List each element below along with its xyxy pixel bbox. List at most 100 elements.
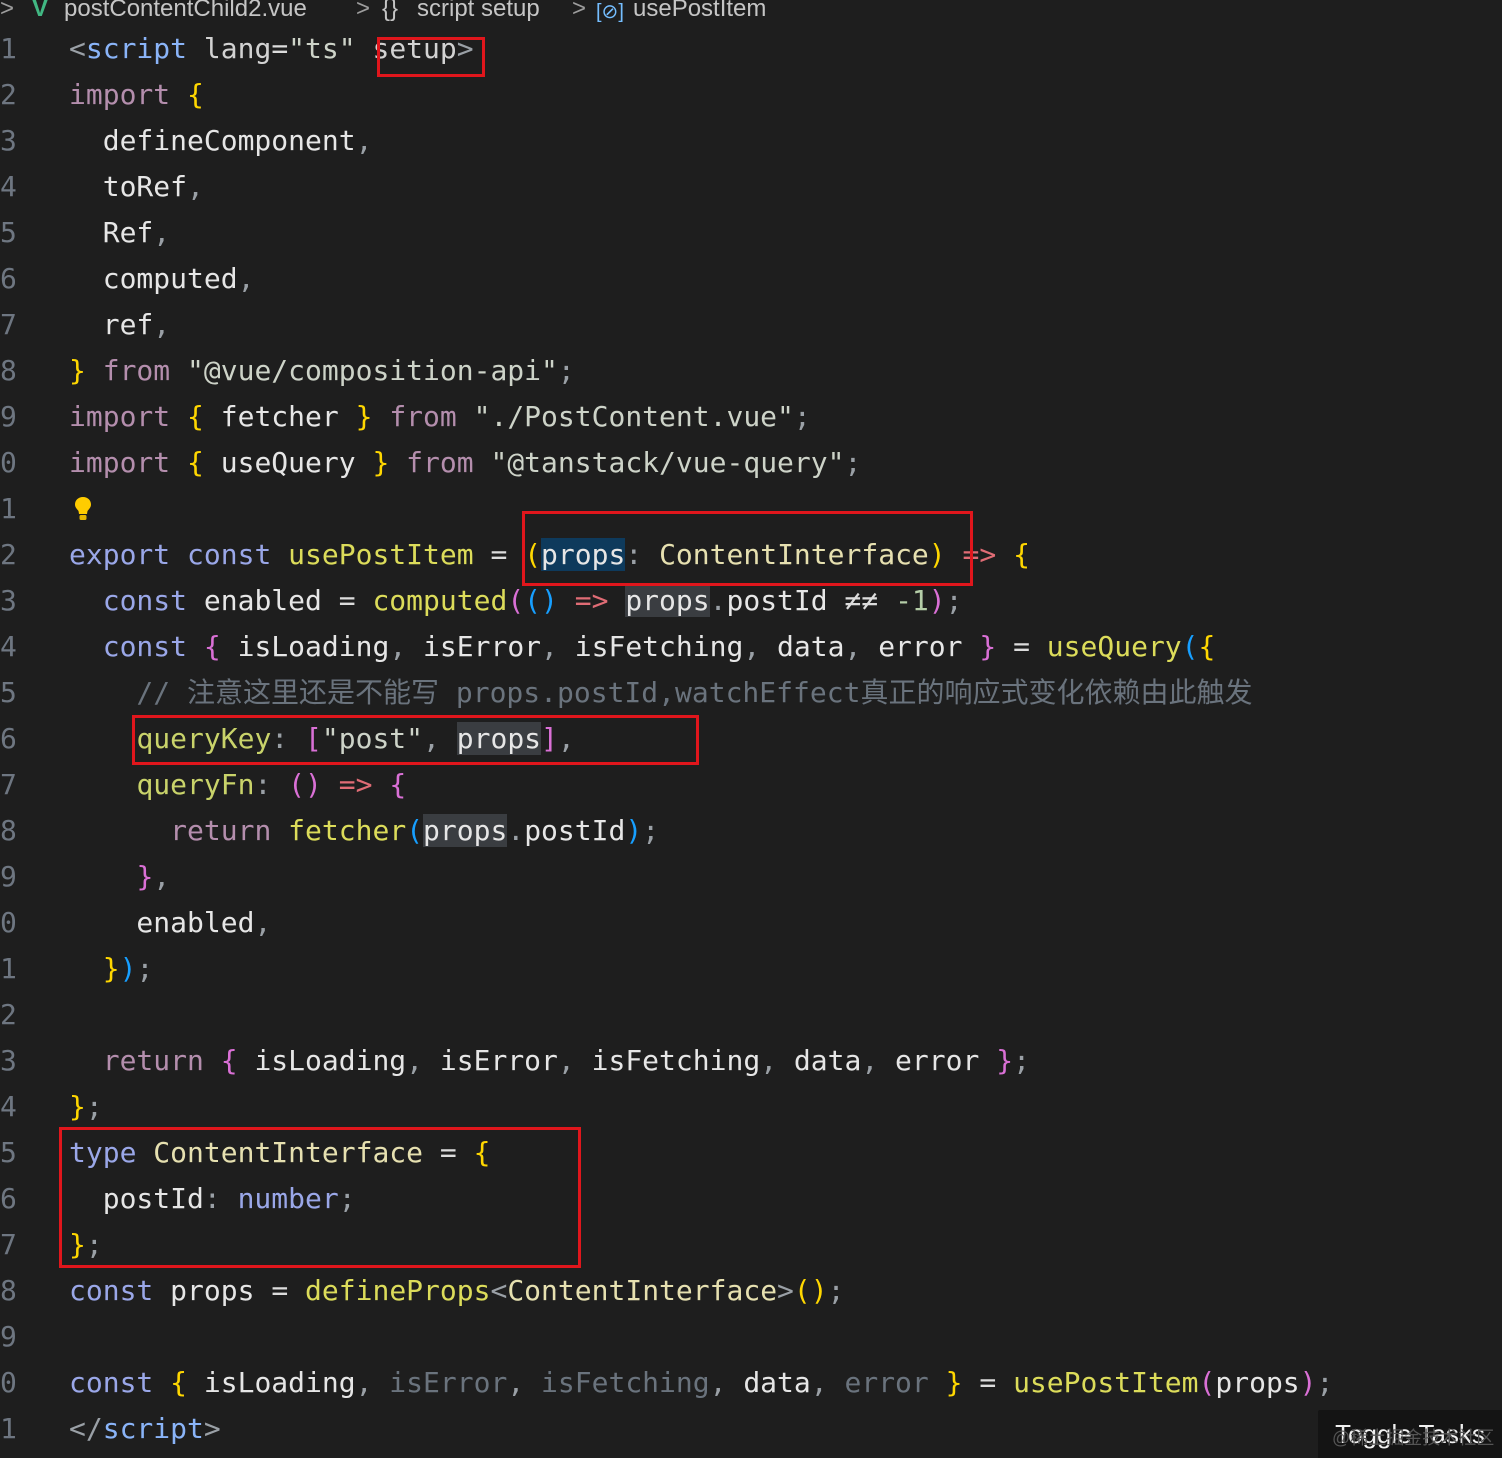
code-token: ; — [338, 1182, 356, 1215]
code-line[interactable]: 1 }); — [0, 946, 1502, 992]
code-line[interactable]: 4 toRef, — [0, 164, 1502, 210]
code-line[interactable]: 9 — [0, 1314, 1502, 1360]
code-token: = — [271, 32, 289, 65]
code-token: ref — [69, 308, 154, 341]
code-line[interactable]: 6 postId: number; — [0, 1176, 1502, 1222]
code-token: ) — [928, 538, 946, 571]
code-editor[interactable]: 1 <script lang="ts" setup> 2 import {3 defi… — [0, 26, 1502, 1458]
code-token: script — [85, 32, 188, 65]
code-token: , — [423, 722, 457, 755]
code-text: // 注意这里还是不能写 props.postId,watchEffect真正的… — [69, 670, 1252, 716]
code-text: }); — [69, 946, 154, 992]
code-token: . — [507, 814, 525, 847]
code-line[interactable]: 9 }, — [0, 854, 1502, 900]
code-token: } — [69, 354, 86, 387]
chevron-right-icon: > — [572, 0, 587, 22]
code-line[interactable]: 0 import { useQuery } from "@tanstack/vue… — [0, 440, 1502, 486]
code-line[interactable]: 4}; — [0, 1084, 1502, 1130]
code-token: = — [473, 538, 525, 571]
code-token: , — [861, 1044, 879, 1077]
code-line[interactable]: 3 return { isLoading, isError, isFetchin… — [0, 1038, 1502, 1084]
lightbulb-icon[interactable] — [74, 496, 92, 522]
code-token: ) — [928, 584, 946, 617]
code-line[interactable]: 6 computed, — [0, 256, 1502, 302]
breadcrumb-symbol[interactable]: usePostItem — [633, 0, 766, 21]
line-number: 8 — [0, 354, 17, 387]
code-token: = — [271, 1274, 306, 1307]
code-token: props — [423, 814, 508, 847]
code-line[interactable]: 5 type ContentInterface = { — [0, 1130, 1502, 1176]
code-line[interactable]: 2 export const usePostItem = (props: Cont… — [0, 532, 1502, 578]
code-line[interactable]: 0 enabled, — [0, 900, 1502, 946]
code-token: setup — [372, 32, 457, 65]
code-token: : — [271, 722, 306, 755]
code-token: isFetching — [524, 1366, 710, 1399]
code-token: } — [372, 446, 390, 479]
code-line[interactable]: 7 queryFn: () => { — [0, 762, 1502, 808]
code-line[interactable]: 1 <script lang="ts" setup> — [0, 26, 1502, 72]
code-token: => — [338, 768, 373, 801]
code-line[interactable]: 7 ref, — [0, 302, 1502, 348]
code-token: , — [557, 722, 575, 755]
code-line[interactable]: 7}; — [0, 1222, 1502, 1268]
code-token: => — [574, 584, 609, 617]
code-line[interactable]: 8 return fetcher(props.postId); — [0, 808, 1502, 854]
breadcrumb-file[interactable]: postContentChild2.vue — [64, 0, 307, 21]
code-line[interactable]: 1 </script> — [0, 1406, 1502, 1452]
code-token: { — [187, 78, 204, 111]
code-token: = — [423, 1136, 474, 1169]
code-token: { — [187, 400, 204, 433]
code-line[interactable]: 2 import { — [0, 72, 1502, 118]
code-line[interactable]: 3 const enabled = computed(() => props.p… — [0, 578, 1502, 624]
code-token: , — [541, 630, 558, 663]
code-token: export — [69, 538, 171, 571]
line-number: 7 — [0, 1228, 17, 1261]
line-number: 5 — [0, 676, 17, 709]
code-token: "./PostContent.vue" — [473, 400, 794, 433]
code-text: }; — [69, 1222, 103, 1268]
code-line[interactable]: 2 — [0, 992, 1502, 1038]
code-token: = — [338, 584, 373, 617]
code-token: isFetching — [574, 1044, 761, 1077]
code-token: => — [962, 538, 997, 571]
code-token: ; — [557, 354, 575, 387]
code-line[interactable]: 8 const props = defineProps<ContentInterf… — [0, 1268, 1502, 1314]
code-token: ) — [119, 952, 137, 985]
line-number: 2 — [0, 538, 17, 571]
code-line[interactable]: 1 — [0, 486, 1502, 532]
code-token: from — [389, 400, 457, 433]
line-number: 1 — [0, 1412, 17, 1445]
code-line[interactable]: 8} from "@vue/composition-api"; — [0, 348, 1502, 394]
code-token: import — [69, 400, 171, 433]
code-line[interactable]: 6 queryKey: ["post", props], — [0, 716, 1502, 762]
code-line[interactable]: 0 const { isLoading, isError, isFetching,… — [0, 1360, 1502, 1406]
code-line[interactable]: 9 import { fetcher } from "./PostContent.… — [0, 394, 1502, 440]
code-token: props — [625, 584, 710, 617]
breadcrumb-section[interactable]: script setup — [417, 0, 540, 21]
code-token: , — [153, 216, 171, 249]
line-number: 9 — [0, 860, 17, 893]
line-number: 2 — [0, 998, 17, 1031]
code-line[interactable]: 5 // 注意这里还是不能写 props.postId,watchEffect真… — [0, 670, 1502, 716]
line-number: 9 — [0, 1320, 17, 1353]
code-token: postId — [524, 814, 626, 847]
code-token: import — [69, 78, 171, 111]
code-token: const — [69, 1366, 154, 1399]
code-line[interactable]: 5 Ref, — [0, 210, 1502, 256]
code-line[interactable]: 3 defineComponent, — [0, 118, 1502, 164]
line-number: 3 — [0, 1044, 17, 1077]
code-token: { — [187, 446, 204, 479]
code-line[interactable]: 4 const { isLoading, isError, isFetching… — [0, 624, 1502, 670]
code-text: computed, — [69, 256, 255, 302]
